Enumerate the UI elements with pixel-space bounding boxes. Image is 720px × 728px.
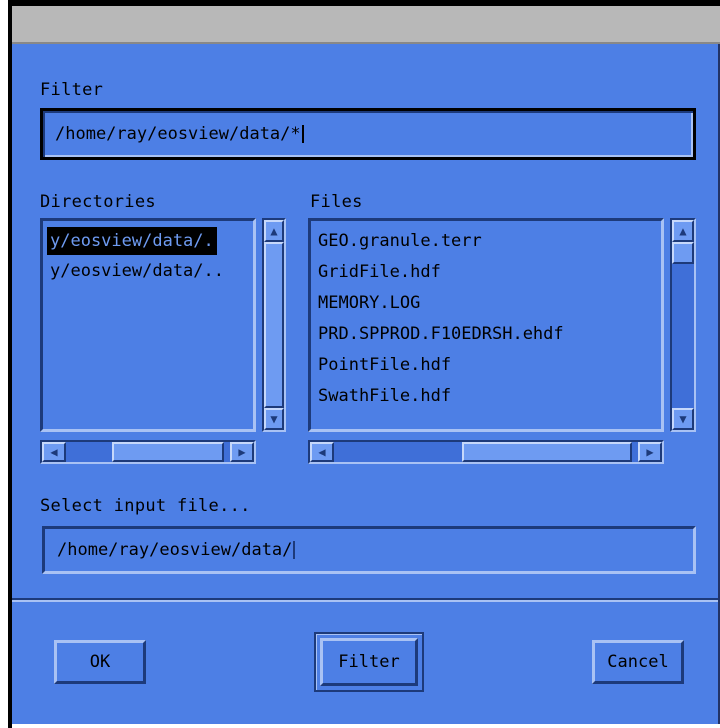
arrow-up-icon: ▲ — [679, 224, 687, 238]
cancel-button[interactable]: Cancel — [592, 640, 684, 684]
directories-scroll-up-button[interactable]: ▲ — [264, 220, 284, 242]
selection-input[interactable]: /home/ray/eosview/data/ — [42, 526, 696, 574]
files-label: Files — [310, 192, 363, 212]
files-scroll-down-button[interactable]: ▼ — [672, 408, 694, 430]
directories-vertical-scrollbar[interactable]: ▲ ▼ — [262, 218, 286, 432]
ok-button[interactable]: OK — [54, 640, 146, 684]
arrow-left-icon: ◀ — [50, 445, 58, 459]
files-list[interactable]: GEO.granule.terr GridFile.hdf MEMORY.LOG… — [308, 218, 664, 432]
selection-label: Select input file... — [40, 496, 251, 516]
button-area-separator — [12, 598, 718, 602]
arrow-right-icon: ▶ — [646, 445, 654, 459]
directories-label: Directories — [40, 192, 156, 212]
file-item[interactable]: PointFile.hdf — [315, 351, 454, 379]
files-scroll-up-button[interactable]: ▲ — [672, 220, 694, 242]
directory-item-current[interactable]: y/eosview/data/. — [47, 227, 217, 255]
files-vertical-thumb[interactable] — [672, 242, 694, 264]
text-cursor — [301, 125, 304, 143]
file-item[interactable]: PRD.SPPROD.F10EDRSH.ehdf — [315, 320, 567, 348]
file-item[interactable]: GridFile.hdf — [315, 258, 444, 286]
filter-input[interactable]: /home/ray/eosview/data/* — [40, 108, 696, 160]
arrow-left-icon: ◀ — [318, 445, 326, 459]
directories-horizontal-scrollbar[interactable]: ◀ ▶ — [40, 440, 256, 464]
files-scroll-left-button[interactable]: ◀ — [310, 442, 334, 462]
filter-label: Filter — [40, 80, 104, 100]
arrow-right-icon: ▶ — [238, 445, 246, 459]
directories-list[interactable]: y/eosview/data/. y/eosview/data/.. — [40, 218, 256, 432]
filter-button[interactable]: Filter — [320, 638, 418, 686]
arrow-up-icon: ▲ — [270, 224, 278, 238]
files-horizontal-scrollbar[interactable]: ◀ ▶ — [308, 440, 664, 464]
directories-vertical-thumb[interactable] — [264, 242, 284, 408]
text-cursor — [293, 541, 296, 559]
arrow-down-icon: ▼ — [679, 412, 687, 426]
files-horizontal-thumb[interactable] — [462, 442, 632, 462]
files-scroll-right-button[interactable]: ▶ — [638, 442, 662, 462]
files-vertical-scrollbar[interactable]: ▲ ▼ — [670, 218, 696, 432]
arrow-down-icon: ▼ — [270, 412, 278, 426]
selection-input-text: /home/ray/eosview/data/ — [57, 540, 293, 560]
filter-button-default-ring: Filter — [314, 632, 424, 692]
file-item[interactable]: SwathFile.hdf — [315, 382, 454, 410]
file-item[interactable]: MEMORY.LOG — [315, 289, 423, 317]
file-selection-dialog: Filter /home/ray/eosview/data/* Director… — [12, 44, 720, 724]
directories-horizontal-thumb[interactable] — [112, 442, 224, 462]
file-item[interactable]: GEO.granule.terr — [315, 227, 485, 255]
window-title-bar[interactable] — [12, 6, 720, 44]
directories-scroll-left-button[interactable]: ◀ — [42, 442, 66, 462]
directories-scroll-right-button[interactable]: ▶ — [230, 442, 254, 462]
directories-scroll-down-button[interactable]: ▼ — [264, 408, 284, 430]
directory-item-parent[interactable]: y/eosview/data/.. — [47, 257, 227, 285]
filter-input-text: /home/ray/eosview/data/* — [55, 124, 301, 144]
